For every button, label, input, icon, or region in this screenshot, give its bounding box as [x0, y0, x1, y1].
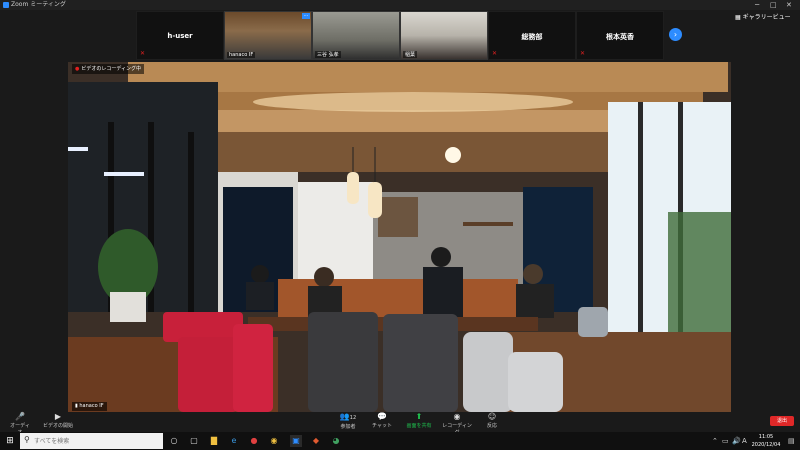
file-explorer-icon[interactable]: ▇: [208, 435, 220, 447]
smiley-icon: ☺: [487, 412, 497, 421]
leave-meeting-button[interactable]: 退出: [770, 416, 794, 426]
record-icon: ●: [75, 66, 80, 72]
grid-icon: ▦: [735, 14, 741, 21]
participant-tile-h-user[interactable]: h-user ✕: [136, 11, 224, 60]
input-language[interactable]: A: [742, 435, 747, 447]
participants-button[interactable]: 👥12 参加者: [336, 412, 360, 430]
next-page-button[interactable]: ›: [669, 28, 682, 41]
volume-icon[interactable]: 🔊: [732, 435, 741, 447]
share-screen-button[interactable]: ⬆ 画面を共有: [402, 412, 436, 429]
recording-badge: ● ビデオのレコーディング中: [72, 64, 145, 74]
room-scene: [68, 62, 731, 412]
participants-icon: 👥12: [339, 412, 357, 421]
chrome-icon[interactable]: ◉: [268, 435, 280, 447]
gallery-view-label: ギャラリービュー: [742, 14, 791, 21]
share-screen-icon: ⬆: [415, 412, 423, 421]
zoom-taskbar-icon[interactable]: ▣: [290, 435, 302, 447]
start-video-button[interactable]: ▶ ビデオの開始: [40, 412, 76, 429]
mic-muted-icon: ✕: [580, 50, 586, 57]
participant-name: 総務部: [521, 33, 543, 41]
gallery-view-button[interactable]: ▦ ギャラリービュー: [735, 13, 791, 22]
participant-name: 根本英香: [606, 33, 634, 41]
participant-video-hanaco[interactable]: hanaco IF ⋯: [224, 11, 312, 60]
chat-button[interactable]: 💬 チャット: [370, 412, 394, 429]
windows-taskbar: ⊞ ⚲ ○ ▢ ▇ e ● ◉ ▣ ◆ ◕ ⌃ ▭ 🔊 A 11:05 2020…: [0, 432, 800, 450]
record-icon: ◉: [453, 412, 461, 421]
window-title: Zoom ミーティング: [11, 1, 66, 8]
active-speaker-video[interactable]: [68, 62, 731, 412]
meeting-controls: 🎤 オーディオ ▶ ビデオの開始 👥12 参加者 💬 チャット ⬆ 画面を共有 …: [0, 412, 800, 436]
active-speaker-name: ▮ hanaco IF: [72, 402, 107, 411]
cortana-icon[interactable]: ▢: [188, 435, 200, 447]
app-icon[interactable]: ●: [248, 435, 260, 447]
close-button[interactable]: ✕: [786, 0, 792, 10]
app-icon[interactable]: ◕: [330, 435, 342, 447]
taskbar-clock[interactable]: 11:05 2020/12/04: [748, 433, 784, 449]
participant-name: hanaco IF: [227, 52, 256, 58]
more-options-icon[interactable]: ⋯: [302, 13, 310, 19]
participant-name: 三谷 弘孝: [315, 51, 341, 58]
speaker-name-text: hanaco IF: [79, 403, 104, 409]
participant-name: h-user: [167, 32, 193, 40]
taskbar-search[interactable]: ⚲: [20, 433, 163, 449]
window-title-bar: Zoom ミーティング ─ □ ✕: [0, 0, 800, 10]
mic-muted-icon: ✕: [492, 50, 498, 57]
recording-status: ビデオのレコーディング中: [81, 66, 142, 72]
network-icon[interactable]: ▭: [722, 435, 729, 447]
mic-muted-icon: ✕: [140, 50, 146, 57]
app-icon[interactable]: ◆: [310, 435, 322, 447]
participant-video-inaba[interactable]: 稲葉: [400, 11, 488, 60]
taskbar-search-input[interactable]: [34, 436, 154, 446]
task-view-icon[interactable]: ○: [168, 435, 180, 447]
chat-icon: 💬: [377, 412, 387, 421]
camera-icon: ▶: [54, 412, 62, 421]
participant-tile-soumubu[interactable]: 総務部 ✕: [488, 11, 576, 60]
search-icon: ⚲: [24, 435, 30, 444]
participant-count: 12: [349, 415, 357, 421]
edge-icon[interactable]: e: [228, 435, 240, 447]
microphone-icon: 🎤: [15, 412, 25, 421]
windows-start-icon[interactable]: ⊞: [4, 435, 16, 447]
participant-tile-nemoto[interactable]: 根本英香 ✕: [576, 11, 664, 60]
maximize-button[interactable]: □: [770, 0, 777, 10]
participant-video-mitani[interactable]: 三谷 弘孝: [312, 11, 400, 60]
reactions-button[interactable]: ☺ 反応: [480, 412, 504, 429]
zoom-app-icon: [3, 2, 9, 8]
notification-icon[interactable]: ▤: [788, 435, 795, 447]
signal-icon: ▮: [75, 403, 78, 409]
participant-name: 稲葉: [403, 51, 418, 58]
tray-chevron-icon[interactable]: ⌃: [712, 435, 718, 447]
minimize-button[interactable]: ─: [755, 0, 759, 10]
